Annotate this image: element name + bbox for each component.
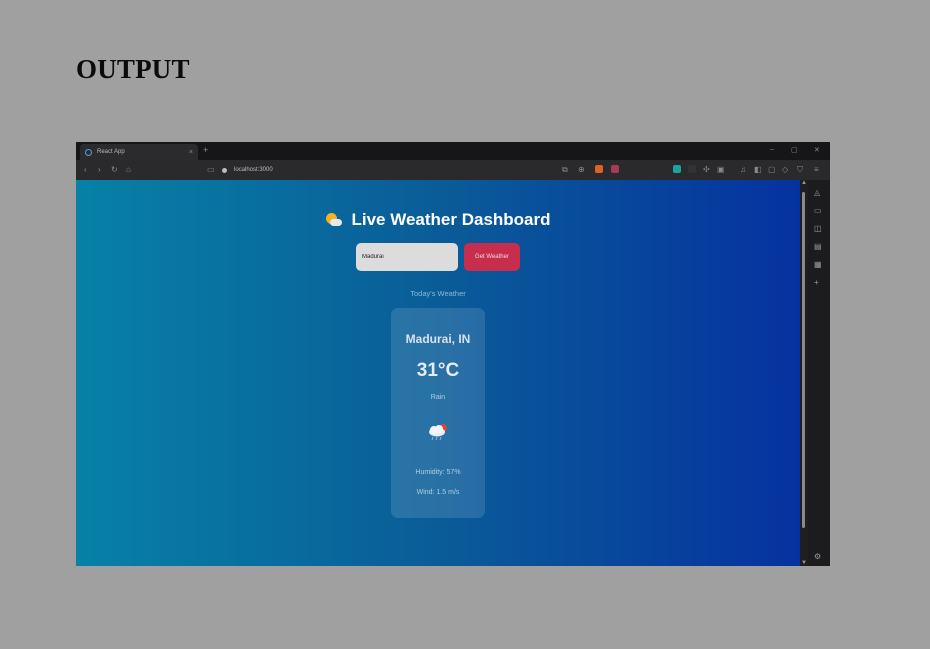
scroll-up-icon[interactable]: ▲ bbox=[801, 180, 807, 186]
vpn-icon[interactable]: ◇ bbox=[782, 164, 788, 176]
rain-cloud-icon bbox=[429, 424, 447, 441]
shield-icon[interactable]: ⛉ bbox=[797, 164, 803, 176]
tab-title: React App bbox=[97, 149, 125, 155]
get-weather-button[interactable]: Get Weather bbox=[464, 243, 520, 271]
browser-sidebar: ◬ ▭ ◫ ▤ ▦ + ⚙ bbox=[808, 180, 830, 566]
scroll-down-icon[interactable]: ▼ bbox=[801, 560, 807, 566]
reload-icon[interactable]: ↻ bbox=[111, 164, 118, 176]
browser-window: React App × + – ▢ ✕ ‹ › ↻ ⌂ ▭ localhost:… bbox=[76, 142, 830, 566]
minimize-button[interactable]: – bbox=[770, 146, 774, 153]
menu-icon[interactable]: ≡ bbox=[814, 164, 819, 176]
home-icon[interactable]: ⌂ bbox=[126, 164, 131, 176]
extension-dark-icon[interactable] bbox=[688, 165, 696, 173]
bookmark-icon[interactable]: ▭ bbox=[207, 164, 215, 176]
tab-react-app[interactable]: React App × bbox=[80, 144, 198, 160]
react-icon bbox=[85, 148, 92, 156]
temperature: 31°C bbox=[416, 360, 460, 381]
close-window-button[interactable]: ✕ bbox=[814, 146, 820, 154]
music-icon[interactable]: ♫ bbox=[740, 164, 746, 176]
sun-behind-cloud-icon bbox=[325, 212, 343, 228]
rewards-icon[interactable] bbox=[611, 165, 619, 173]
page-viewport: Live Weather Dashboard Get Weather Today… bbox=[76, 180, 800, 566]
tab-bar: React App × + – ▢ ✕ bbox=[76, 142, 830, 160]
reading-list-icon[interactable]: ▭ bbox=[814, 206, 822, 216]
weather-card: Madurai, IN 31°C Rain Humidity: 57% Wind… bbox=[391, 308, 485, 518]
scroll-thumb[interactable] bbox=[802, 192, 805, 528]
todays-weather-label: Today's Weather bbox=[410, 289, 466, 298]
title-text: Live Weather Dashboard bbox=[351, 210, 551, 229]
history-icon[interactable]: ▦ bbox=[814, 260, 822, 270]
site-info-icon[interactable] bbox=[222, 167, 227, 173]
humidity: Humidity: 57% bbox=[415, 469, 461, 476]
share-icon[interactable]: ⧉ bbox=[562, 164, 568, 176]
sidebar-toggle-icon[interactable]: ◧ bbox=[754, 164, 762, 176]
add-panel-icon[interactable]: + bbox=[814, 278, 819, 288]
new-tab-button[interactable]: + bbox=[203, 145, 208, 155]
brave-shield-icon[interactable] bbox=[595, 165, 603, 173]
extension-icon[interactable] bbox=[673, 165, 681, 173]
browser-toolbar: ‹ › ↻ ⌂ ▭ localhost:3000 ⧉ ⊕ ✣ ▣ ♫ ◧ ▢ ◇… bbox=[76, 160, 830, 180]
condition: Rain bbox=[430, 394, 446, 401]
screenshot-icon[interactable]: ▢ bbox=[768, 164, 776, 176]
close-tab-icon[interactable]: × bbox=[189, 149, 193, 156]
puzzle-icon[interactable]: ✣ bbox=[703, 164, 710, 176]
playlist-icon[interactable]: ◫ bbox=[814, 224, 822, 234]
wallet-icon[interactable]: ▣ bbox=[717, 164, 725, 176]
leo-icon[interactable]: ◬ bbox=[814, 188, 820, 198]
vertical-scrollbar[interactable]: ▲ ▼ bbox=[800, 180, 808, 566]
bookmarks-icon[interactable]: ▤ bbox=[814, 242, 822, 252]
page-title: Live Weather Dashboard bbox=[76, 210, 800, 230]
wind: Wind: 1.5 m/s bbox=[416, 489, 460, 496]
url-text: localhost:3000 bbox=[234, 167, 273, 173]
back-icon[interactable]: ‹ bbox=[84, 164, 87, 176]
zoom-icon[interactable]: ⊕ bbox=[578, 164, 585, 176]
city-name: Madurai, IN bbox=[405, 332, 471, 346]
settings-icon[interactable]: ⚙ bbox=[814, 552, 821, 562]
forward-icon[interactable]: › bbox=[98, 164, 101, 176]
output-heading: OUTPUT bbox=[76, 54, 190, 84]
maximize-button[interactable]: ▢ bbox=[791, 146, 798, 154]
city-search-input[interactable] bbox=[356, 243, 458, 271]
